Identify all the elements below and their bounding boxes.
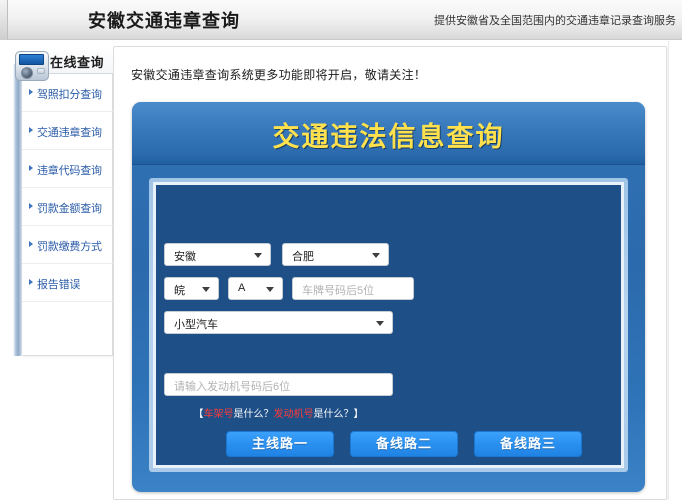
plate-number-placeholder: 车牌号码后5位 xyxy=(302,282,374,298)
arrow-right-icon xyxy=(29,165,33,171)
query-form-frame: 安徽 合肥 皖 xyxy=(149,178,628,472)
query-form: 安徽 合肥 皖 xyxy=(156,185,621,465)
arrow-right-icon xyxy=(29,127,33,133)
chevron-down-icon xyxy=(376,321,384,326)
province-select[interactable]: 安徽 xyxy=(164,243,271,266)
sidebar: 在线查询 驾照扣分查询 交通违章查询 违章代码查询 xyxy=(13,46,113,356)
query-form-frame-inner: 安徽 合肥 皖 xyxy=(153,182,624,468)
help-bracket-open: 【 xyxy=(194,409,204,420)
sidebar-menu: 驾照扣分查询 交通违章查询 违章代码查询 罚款金额查询 罚款缴费方式 xyxy=(22,74,113,302)
arrow-right-icon xyxy=(29,279,33,285)
sidebar-item-label: 罚款金额查询 xyxy=(37,200,102,216)
city-select[interactable]: 合肥 xyxy=(282,243,389,266)
right-gutter xyxy=(668,41,682,500)
plate-prefix-select[interactable]: 皖 xyxy=(164,277,219,300)
vehicle-type-value: 小型汽车 xyxy=(174,316,218,332)
site-tagline: 提供安徽省及全国范围内的交通违章记录查询服务 xyxy=(434,12,676,28)
sidebar-item-weizhang-daima[interactable]: 违章代码查询 xyxy=(22,150,113,188)
query-panel: 交通违法信息查询 安徽 合肥 xyxy=(132,102,645,492)
arrow-right-icon xyxy=(29,203,33,209)
chevron-down-icon xyxy=(202,287,210,292)
vin-help-tail: 是什么？ xyxy=(234,409,274,420)
plate-letter-value: A xyxy=(238,282,245,294)
announcement-text: 安徽交通违章查询系统更多功能即将开启，敬请关注！ xyxy=(131,66,426,83)
arrow-right-icon xyxy=(29,89,33,95)
arrow-right-icon xyxy=(29,241,33,247)
help-bracket-close: 】 xyxy=(354,409,364,420)
city-select-value: 合肥 xyxy=(292,248,314,264)
vehicle-type-select[interactable]: 小型汽车 xyxy=(164,311,393,334)
chevron-down-icon xyxy=(372,253,380,258)
query-form-surface: 安徽 合肥 皖 xyxy=(156,185,621,465)
query-panel-title: 交通违法信息查询 xyxy=(132,115,645,154)
page-root: 安徽交通违章查询 提供安徽省及全国范围内的交通违章记录查询服务 在线查询 驾照扣… xyxy=(0,0,682,500)
site-header: 安徽交通违章查询 提供安徽省及全国范围内的交通违章记录查询服务 xyxy=(0,0,682,40)
sidebar-item-label: 驾照扣分查询 xyxy=(37,86,102,102)
sidebar-item-fakuan-jiaofei[interactable]: 罚款缴费方式 xyxy=(22,226,113,264)
chevron-down-icon xyxy=(254,253,262,258)
route-1-button[interactable]: 主线路一 xyxy=(226,431,334,457)
header-left-accent xyxy=(0,0,8,40)
help-links: 【车架号是什么？发动机号是什么？】 xyxy=(164,405,393,420)
sidebar-item-fakuan-jine[interactable]: 罚款金额查询 xyxy=(22,188,113,226)
site-title: 安徽交通违章查询 xyxy=(88,7,240,33)
query-button-row: 主线路一 备线路二 备线路三 xyxy=(156,431,621,457)
monitor-screen xyxy=(19,54,44,65)
engine-help-link[interactable]: 发动机号 xyxy=(274,409,314,420)
engine-number-input[interactable]: 请输入发动机号码后6位 xyxy=(164,373,393,396)
sidebar-item-label: 违章代码查询 xyxy=(37,162,102,178)
plate-prefix-value: 皖 xyxy=(174,282,185,298)
vin-help-link[interactable]: 车架号 xyxy=(204,409,234,420)
plate-letter-select[interactable]: A xyxy=(228,277,283,300)
sidebar-item-label: 交通违章查询 xyxy=(37,124,102,140)
plate-number-input[interactable]: 车牌号码后5位 xyxy=(292,277,414,300)
route-2-button[interactable]: 备线路二 xyxy=(350,431,458,457)
sidebar-rail xyxy=(13,64,22,356)
sidebar-panel-title: 在线查询 xyxy=(50,52,104,71)
sidebar-item-jiaotong-weizhang[interactable]: 交通违章查询 xyxy=(22,112,113,150)
sidebar-item-label: 报告错误 xyxy=(37,276,80,292)
sidebar-item-jiazhao-koufen[interactable]: 驾照扣分查询 xyxy=(22,74,113,112)
province-select-value: 安徽 xyxy=(174,248,196,264)
sidebar-item-label: 罚款缴费方式 xyxy=(37,238,102,254)
sidebar-item-baogao-cuowu[interactable]: 报告错误 xyxy=(22,264,113,302)
route-3-button[interactable]: 备线路三 xyxy=(474,431,582,457)
main-content: 安徽交通违章查询系统更多功能即将开启，敬请关注！ 交通违法信息查询 安徽 xyxy=(113,46,667,500)
query-panel-titlebar: 交通违法信息查询 xyxy=(132,102,645,165)
chevron-down-icon xyxy=(266,287,274,292)
page-body: 在线查询 驾照扣分查询 交通违章查询 违章代码查询 xyxy=(0,41,682,500)
engine-help-tail: 是什么？ xyxy=(314,409,354,420)
engine-number-placeholder: 请输入发动机号码后6位 xyxy=(174,378,290,394)
